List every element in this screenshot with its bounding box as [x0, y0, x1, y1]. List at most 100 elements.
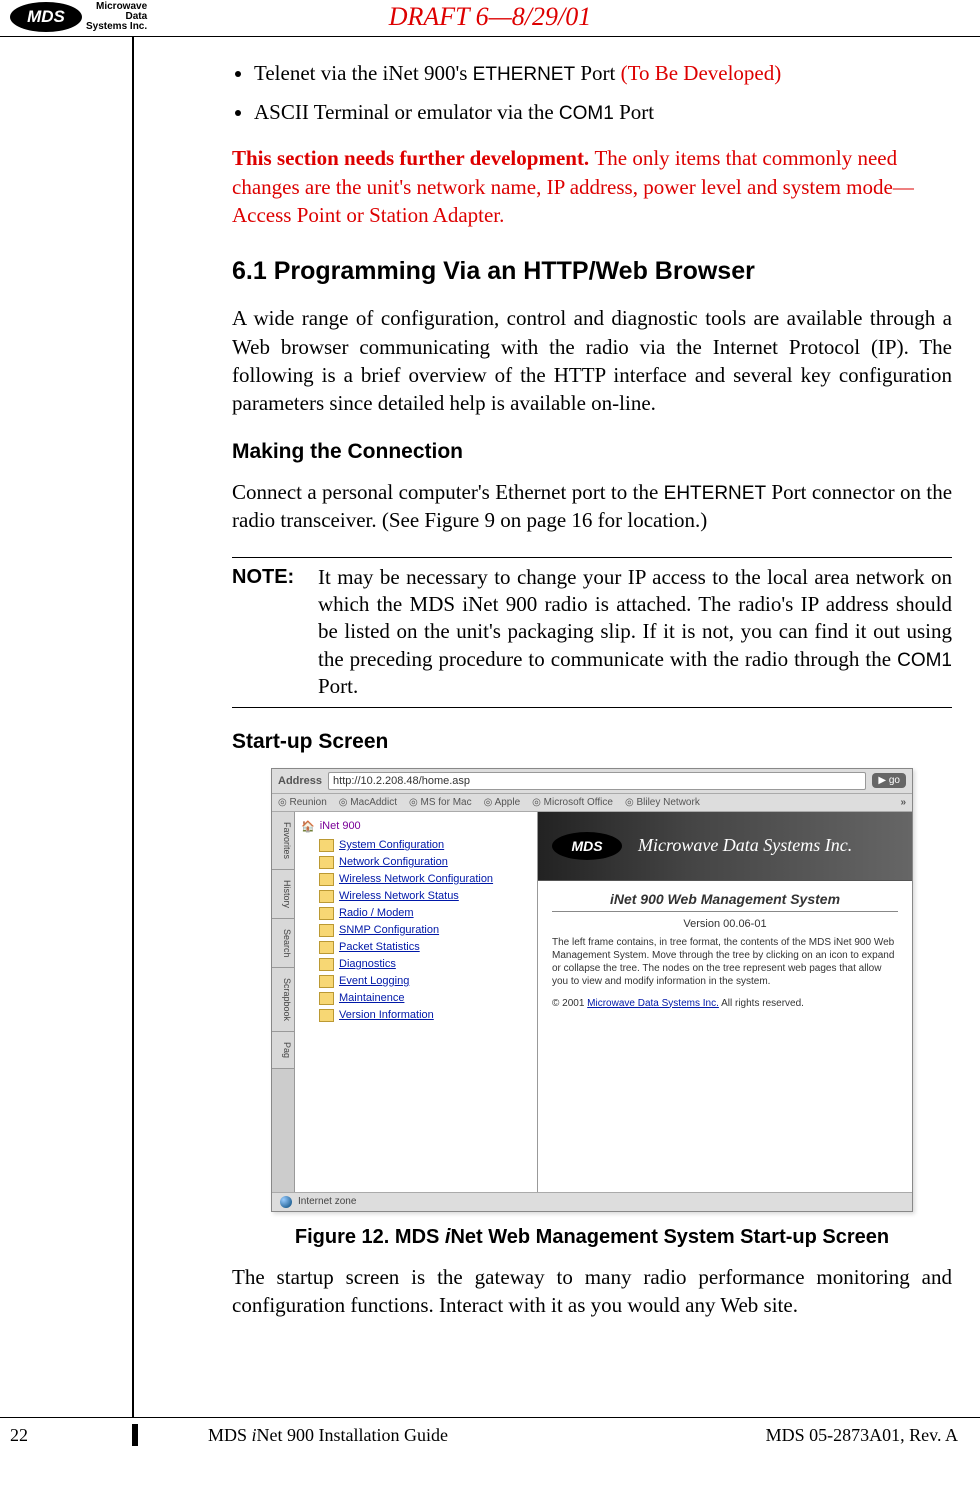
tree-item[interactable]: Version Information	[301, 1007, 531, 1024]
mgmt-description: The left frame contains, in tree format,…	[552, 936, 898, 988]
globe-icon	[280, 1196, 292, 1208]
bullet-ascii: ASCII Terminal or emulator via the COM1 …	[254, 98, 952, 127]
browser-body: Favorites History Search Scrapbook Pag 🏠…	[272, 812, 912, 1192]
para-making-connection: Connect a personal computer's Ethernet p…	[232, 478, 952, 535]
tab-history[interactable]: History	[272, 870, 294, 919]
page-header: MDS Microwave Data Systems Inc. DRAFT 6—…	[0, 0, 980, 36]
tab-scrapbook[interactable]: Scrapbook	[272, 968, 294, 1032]
banner-logo: MDS	[552, 832, 622, 860]
tab-search[interactable]: Search	[272, 919, 294, 969]
figure-12-caption: Figure 12. MDS iNet Web Management Syste…	[232, 1226, 952, 1249]
footer-mid-prefix: MDS	[208, 1425, 252, 1445]
conn-text: Connect a personal computer's Ethernet p…	[232, 480, 664, 504]
browser-window: Address http://10.2.208.48/home.asp ▶ go…	[271, 768, 913, 1212]
development-note: This section needs further development. …	[232, 144, 952, 229]
tree-item[interactable]: Event Logging	[301, 973, 531, 990]
tree-item[interactable]: Packet Statistics	[301, 939, 531, 956]
note-body: It may be necessary to change your IP ac…	[318, 565, 952, 671]
tree-item[interactable]: Wireless Network Configuration	[301, 871, 531, 888]
code-com1: COM1	[559, 103, 614, 124]
bookmark-item[interactable]: Reunion	[278, 797, 327, 808]
tree-item[interactable]: Maintainence	[301, 990, 531, 1007]
status-bar: Internet zone	[272, 1192, 912, 1211]
folder-icon	[319, 924, 334, 937]
nav-tree-panel: 🏠 iNet 900 System Configuration Network …	[295, 812, 538, 1192]
footer-center: MDS iNet 900 Installation Guide	[208, 1425, 766, 1446]
code-ethernet: ETHERNET	[473, 64, 575, 85]
caption-suffix: Net Web Management System Start-up Scree…	[450, 1226, 889, 1248]
bullet-list: Telenet via the iNet 900's ETHERNET Port…	[232, 59, 952, 126]
footer-right: MDS 05-2873A01, Rev. A	[766, 1425, 958, 1446]
copy-suffix: All rights reserved.	[719, 998, 804, 1009]
tab-favorites[interactable]: Favorites	[272, 812, 294, 870]
url-text: http://10.2.208.48/home.asp	[333, 775, 470, 787]
folder-icon	[319, 1009, 334, 1022]
bookmark-item[interactable]: Microsoft Office	[532, 797, 613, 808]
tab-page[interactable]: Pag	[272, 1032, 294, 1069]
folder-icon	[319, 975, 334, 988]
note-rule-bottom	[232, 707, 952, 708]
code-ehternet: EHTERNET	[664, 483, 766, 504]
content-panel: MDS Microwave Data Systems Inc. iNet 900…	[538, 812, 912, 1192]
note-label: NOTE:	[232, 564, 318, 701]
caption-prefix: Figure 12. MDS	[295, 1226, 445, 1248]
bookmark-item[interactable]: Apple	[484, 797, 521, 808]
mgmt-title: iNet 900 Web Management System	[552, 891, 898, 912]
folder-icon	[319, 941, 334, 954]
tree-item[interactable]: Network Configuration	[301, 854, 531, 871]
page-footer: 22 MDS iNet 900 Installation Guide MDS 0…	[0, 1417, 980, 1456]
address-bar-row: Address http://10.2.208.48/home.asp ▶ go	[272, 769, 912, 794]
mgmt-box: iNet 900 Web Management System Version 0…	[538, 881, 912, 1019]
folder-icon	[319, 890, 334, 903]
page-body: Telenet via the iNet 900's ETHERNET Port…	[0, 36, 980, 1417]
page-number: 22	[10, 1425, 132, 1446]
tree-item[interactable]: System Configuration	[301, 837, 531, 854]
heading-6-1: 6.1 Programming Via an HTTP/Web Browser	[232, 257, 952, 286]
main-content: Telenet via the iNet 900's ETHERNET Port…	[134, 37, 980, 1417]
tree-root[interactable]: 🏠 iNet 900	[301, 820, 531, 833]
screenshot-container: Address http://10.2.208.48/home.asp ▶ go…	[232, 768, 952, 1212]
note-text: It may be necessary to change your IP ac…	[318, 564, 952, 701]
closing-paragraph: The startup screen is the gateway to man…	[232, 1263, 952, 1320]
footer-separator	[132, 1424, 138, 1446]
note-rule-top	[232, 557, 952, 558]
mgmt-version: Version 00.06-01	[552, 918, 898, 930]
logo-line-3: Systems Inc.	[86, 22, 147, 32]
tree-item[interactable]: SNMP Configuration	[301, 922, 531, 939]
dev-note-bold: This section needs further development.	[232, 146, 594, 170]
bookmark-item[interactable]: Bliley Network	[625, 797, 700, 808]
go-button[interactable]: ▶ go	[872, 773, 906, 788]
folder-icon	[319, 839, 334, 852]
folder-icon	[319, 907, 334, 920]
bullet-text: ASCII Terminal or emulator via the	[254, 100, 559, 124]
side-tab-rail: Favorites History Search Scrapbook Pag	[272, 812, 295, 1192]
heading-making-connection: Making the Connection	[232, 440, 952, 464]
banner: MDS Microwave Data Systems Inc.	[538, 812, 912, 881]
address-input[interactable]: http://10.2.208.48/home.asp	[328, 772, 866, 790]
note-body: Port.	[318, 674, 358, 698]
tree-item[interactable]: Radio / Modem	[301, 905, 531, 922]
to-be-developed: (To Be Developed)	[621, 61, 782, 85]
bookmark-bar: Reunion MacAddict MS for Mac Apple Micro…	[272, 794, 912, 812]
tree-item[interactable]: Wireless Network Status	[301, 888, 531, 905]
mds-logo-text: Microwave Data Systems Inc.	[86, 2, 147, 32]
left-margin-column	[0, 37, 134, 1417]
folder-icon	[319, 992, 334, 1005]
tree-item[interactable]: Diagnostics	[301, 956, 531, 973]
mgmt-copyright: © 2001 Microwave Data Systems Inc. All r…	[552, 998, 898, 1009]
bullet-text: Port	[575, 61, 621, 85]
folder-icon	[319, 856, 334, 869]
bookmark-item[interactable]: MacAddict	[339, 797, 397, 808]
address-label: Address	[278, 775, 322, 787]
note-block: NOTE: It may be necessary to change your…	[232, 564, 952, 701]
folder-icon	[319, 873, 334, 886]
bookmark-item[interactable]: MS for Mac	[409, 797, 472, 808]
bullet-telenet: Telenet via the iNet 900's ETHERNET Port…	[254, 59, 952, 88]
copy-link[interactable]: Microwave Data Systems Inc.	[587, 998, 719, 1009]
folder-icon	[319, 958, 334, 971]
code-com1: COM1	[897, 650, 952, 671]
copy-prefix: © 2001	[552, 998, 587, 1009]
bookmark-more[interactable]: »	[900, 797, 906, 808]
draft-stamp: DRAFT 6—8/29/01	[389, 2, 591, 32]
status-text: Internet zone	[298, 1196, 356, 1207]
